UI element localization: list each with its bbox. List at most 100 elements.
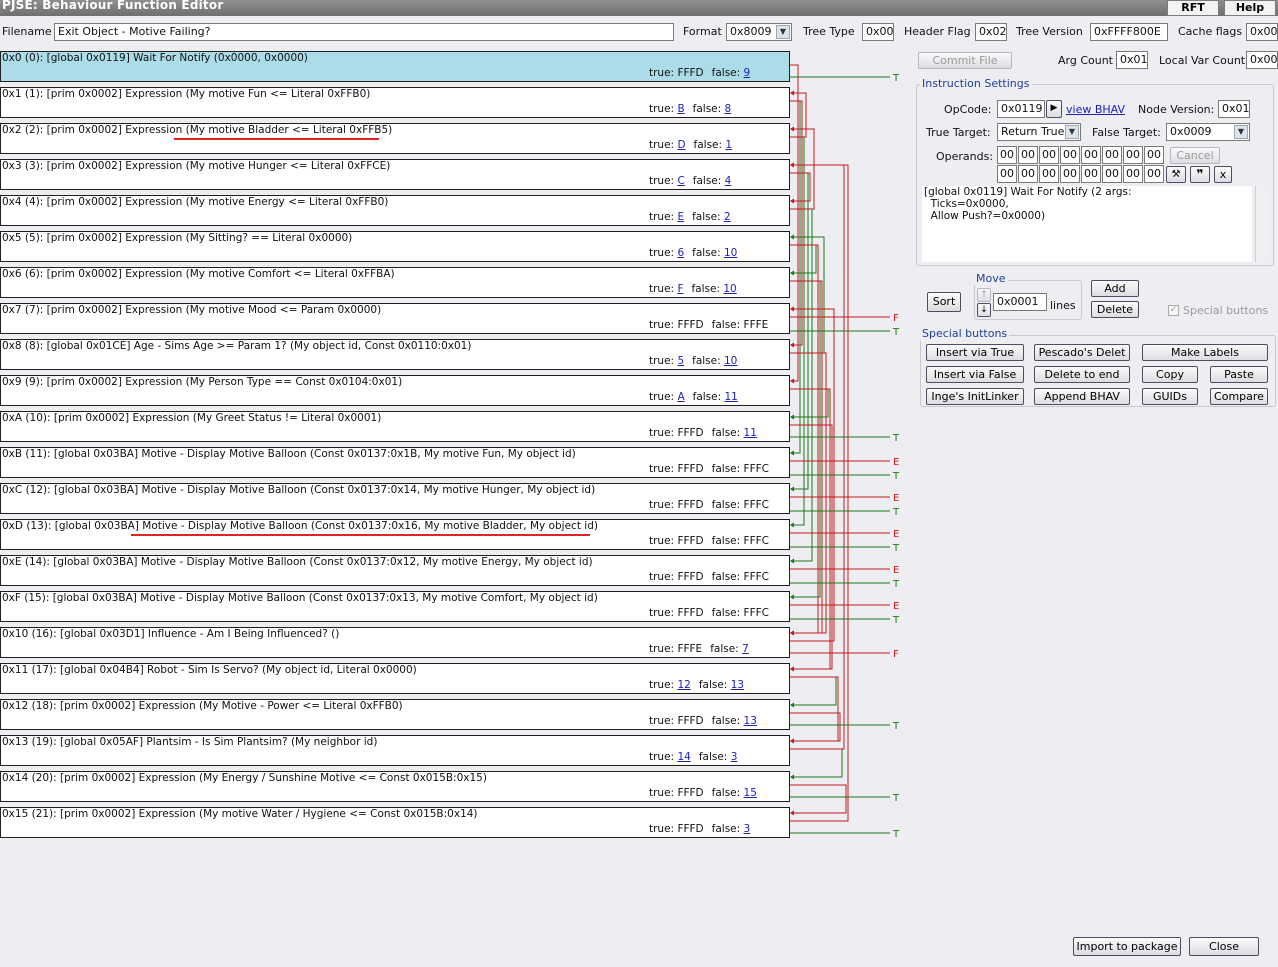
true-target[interactable]: C bbox=[677, 175, 684, 187]
rft-button[interactable]: RFT bbox=[1167, 0, 1219, 16]
instruction-node[interactable]: 0x1 (1): [prim 0x0002] Expression (My mo… bbox=[0, 87, 790, 118]
false-target[interactable]: 13 bbox=[744, 715, 757, 727]
false-target[interactable]: 9 bbox=[744, 67, 751, 79]
arrow-up-icon[interactable]: ↑ bbox=[977, 288, 991, 302]
instruction-node[interactable]: 0x13 (19): [global 0x05AF] Plantsim - Is… bbox=[0, 735, 790, 766]
operand-byte-input[interactable]: 00 bbox=[1123, 165, 1143, 183]
false-target[interactable]: 1 bbox=[725, 139, 732, 151]
cacheflags-input[interactable]: 0x00 bbox=[1246, 23, 1278, 41]
instruction-node[interactable]: 0x3 (3): [prim 0x0002] Expression (My mo… bbox=[0, 159, 790, 190]
instruction-node[interactable]: 0x4 (4): [prim 0x0002] Expression (My mo… bbox=[0, 195, 790, 226]
instruction-node[interactable]: 0xB (11): [global 0x03BA] Motive - Displ… bbox=[0, 447, 790, 478]
compare-button[interactable]: Compare bbox=[1210, 388, 1268, 405]
instruction-node[interactable]: 0x6 (6): [prim 0x0002] Expression (My mo… bbox=[0, 267, 790, 298]
chevron-down-icon[interactable]: ▼ bbox=[776, 25, 790, 39]
instruction-node[interactable]: 0x10 (16): [global 0x03D1] Influence - A… bbox=[0, 627, 790, 658]
false-target[interactable]: 2 bbox=[724, 211, 731, 223]
operand-byte-input[interactable]: 00 bbox=[1144, 146, 1164, 164]
make-labels-button[interactable]: Make Labels bbox=[1142, 344, 1268, 361]
operand-byte-input[interactable]: 00 bbox=[1102, 165, 1122, 183]
view-bhav-link[interactable]: view BHAV bbox=[1066, 103, 1125, 116]
false-target[interactable]: 15 bbox=[744, 787, 757, 799]
tools-icon[interactable]: ⚒ bbox=[1166, 166, 1186, 183]
sort-button[interactable]: Sort bbox=[927, 292, 961, 312]
operand-byte-input[interactable]: 00 bbox=[1144, 165, 1164, 183]
instruction-node[interactable]: 0xA (10): [prim 0x0002] Expression (My G… bbox=[0, 411, 790, 442]
guids-button[interactable]: GUIDs bbox=[1142, 388, 1198, 405]
instruction-node[interactable]: 0x14 (20): [prim 0x0002] Expression (My … bbox=[0, 771, 790, 802]
play-icon[interactable]: ▶ bbox=[1046, 100, 1062, 118]
delete-to-end-button[interactable]: Delete to end bbox=[1034, 366, 1130, 383]
chevron-down-icon[interactable]: ▼ bbox=[1234, 125, 1248, 139]
operand-byte-input[interactable]: 00 bbox=[1018, 165, 1038, 183]
paste-button[interactable]: Paste bbox=[1210, 366, 1268, 383]
true-target[interactable]: F bbox=[677, 283, 683, 295]
operand-byte-input[interactable]: 00 bbox=[1081, 165, 1101, 183]
false-target[interactable]: 8 bbox=[725, 103, 732, 115]
operand-byte-input[interactable]: 00 bbox=[1123, 146, 1143, 164]
delete-button[interactable]: Delete bbox=[1091, 301, 1139, 318]
move-lines-input[interactable]: 0x0001 bbox=[993, 293, 1047, 311]
quote-icon[interactable]: ❞ bbox=[1190, 166, 1210, 183]
true-target[interactable]: 14 bbox=[677, 751, 690, 763]
false-target[interactable]: 7 bbox=[742, 643, 749, 655]
true-target[interactable]: 12 bbox=[677, 679, 690, 691]
headerflag-input[interactable]: 0x02 bbox=[975, 23, 1007, 41]
copy-button[interactable]: Copy bbox=[1142, 366, 1198, 383]
instruction-node[interactable]: 0x5 (5): [prim 0x0002] Expression (My Si… bbox=[0, 231, 790, 262]
false-target[interactable]: 11 bbox=[725, 391, 738, 403]
operand-byte-input[interactable]: 00 bbox=[1081, 146, 1101, 164]
instruction-node[interactable]: 0x12 (18): [prim 0x0002] Expression (My … bbox=[0, 699, 790, 730]
commit-file-button[interactable]: Commit File bbox=[918, 52, 1012, 69]
format-select[interactable]: 0x8009 ▼ bbox=[726, 23, 792, 41]
close-button[interactable]: Close bbox=[1189, 937, 1259, 956]
false-target[interactable]: 10 bbox=[723, 283, 736, 295]
insert-via-true-button[interactable]: Insert via True bbox=[926, 344, 1024, 361]
opcode-input[interactable]: 0x0119 bbox=[997, 100, 1045, 118]
operand-byte-input[interactable]: 00 bbox=[1039, 146, 1059, 164]
false-target[interactable]: 10 bbox=[724, 355, 737, 367]
false-target[interactable]: 3 bbox=[744, 823, 751, 835]
insert-via-false-button[interactable]: Insert via False bbox=[926, 366, 1024, 383]
instruction-node[interactable]: 0x9 (9): [prim 0x0002] Expression (My Pe… bbox=[0, 375, 790, 406]
instruction-node[interactable]: 0x8 (8): [global 0x01CE] Age - Sims Age … bbox=[0, 339, 790, 370]
treetype-input[interactable]: 0x00 bbox=[862, 23, 894, 41]
filename-input[interactable]: Exit Object - Motive Failing? bbox=[54, 23, 674, 41]
false-target[interactable]: 13 bbox=[731, 679, 744, 691]
operand-byte-input[interactable]: 00 bbox=[1102, 146, 1122, 164]
chevron-down-icon[interactable]: ▼ bbox=[1065, 125, 1079, 139]
inges-initlinker-button[interactable]: Inge's InitLinker bbox=[926, 388, 1024, 405]
instruction-node[interactable]: 0x11 (17): [global 0x04B4] Robot - Sim I… bbox=[0, 663, 790, 694]
true-target[interactable]: D bbox=[677, 139, 685, 151]
instruction-node[interactable]: 0x0 (0): [global 0x0119] Wait For Notify… bbox=[0, 51, 790, 82]
cancel-button[interactable]: Cancel bbox=[1170, 147, 1220, 164]
append-bhav-button[interactable]: Append BHAV bbox=[1034, 388, 1130, 405]
true-target[interactable]: B bbox=[677, 103, 684, 115]
truetarget-select[interactable]: Return True ▼ bbox=[997, 123, 1081, 141]
operand-byte-input[interactable]: 00 bbox=[1060, 165, 1080, 183]
add-button[interactable]: Add bbox=[1091, 280, 1139, 297]
instruction-node[interactable]: 0x2 (2): [prim 0x0002] Expression (My mo… bbox=[0, 123, 790, 154]
nodeversion-input[interactable]: 0x01 bbox=[1218, 100, 1250, 118]
arrow-down-icon[interactable]: ↓ bbox=[977, 303, 991, 317]
instruction-node[interactable]: 0x7 (7): [prim 0x0002] Expression (My mo… bbox=[0, 303, 790, 334]
special-buttons-checkbox[interactable]: ✓ bbox=[1168, 305, 1179, 316]
pescados-delete-button[interactable]: Pescado's Delet bbox=[1034, 344, 1130, 361]
operand-byte-input[interactable]: 00 bbox=[997, 146, 1017, 164]
instruction-node[interactable]: 0xF (15): [global 0x03BA] Motive - Displ… bbox=[0, 591, 790, 622]
true-target[interactable]: 5 bbox=[677, 355, 684, 367]
x-button[interactable]: x bbox=[1214, 166, 1232, 183]
true-target[interactable]: E bbox=[677, 211, 684, 223]
description-scrollbar[interactable] bbox=[1255, 186, 1269, 262]
argcount-input[interactable]: 0x01 bbox=[1116, 51, 1148, 69]
falsetarget-select[interactable]: 0x0009 ▼ bbox=[1166, 123, 1250, 141]
false-target[interactable]: 11 bbox=[744, 427, 757, 439]
help-button[interactable]: Help bbox=[1224, 0, 1276, 16]
operand-byte-input[interactable]: 00 bbox=[1060, 146, 1080, 164]
instruction-node[interactable]: 0xC (12): [global 0x03BA] Motive - Displ… bbox=[0, 483, 790, 514]
import-to-package-button[interactable]: Import to package bbox=[1073, 937, 1181, 956]
false-target[interactable]: 10 bbox=[724, 247, 737, 259]
operand-byte-input[interactable]: 00 bbox=[997, 165, 1017, 183]
treeversion-input[interactable]: 0xFFFF800E bbox=[1090, 23, 1168, 41]
instruction-node[interactable]: 0x15 (21): [prim 0x0002] Expression (My … bbox=[0, 807, 790, 838]
